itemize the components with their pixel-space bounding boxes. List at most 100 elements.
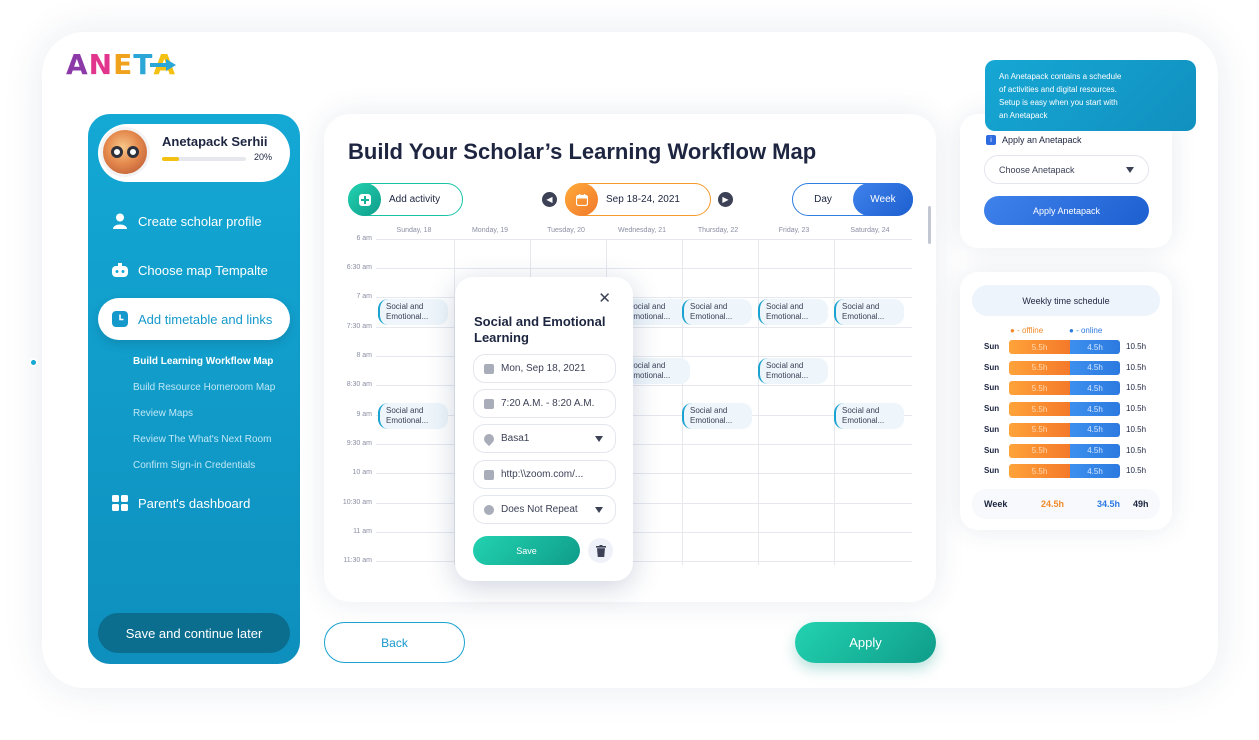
online-segment: 4.5h: [1070, 340, 1120, 354]
scrollbar-thumb[interactable]: [928, 206, 931, 244]
page-title: Build Your Scholar’s Learning Workflow M…: [348, 139, 817, 164]
schedule-total: 10.5h: [1126, 445, 1147, 455]
tooltip-line: an Anetapack: [999, 111, 1048, 120]
trash-icon: [595, 544, 606, 557]
nav-choose-map-template[interactable]: Choose map Tempalte: [88, 249, 300, 291]
subnav-review-whats-next-room[interactable]: Review The What's Next Room: [133, 434, 271, 445]
view-week-option[interactable]: Week: [853, 183, 913, 216]
calendar-event[interactable]: Social and Emotional...: [682, 403, 752, 429]
schedule-bar: 5.5h 4.5h: [1009, 464, 1120, 479]
subnav-build-resource-homeroom-map[interactable]: Build Resource Homeroom Map: [133, 382, 275, 393]
schedule-row: Sun 5.5h 4.5h 10.5h: [984, 340, 1154, 354]
apply-anetapack-button[interactable]: Apply Anetapack: [984, 196, 1149, 225]
anetapack-tooltip: An Anetapack contains a schedule of acti…: [985, 60, 1196, 131]
save-and-continue-later-button[interactable]: Save and continue later: [98, 613, 290, 653]
view-day-option[interactable]: Day: [793, 183, 853, 216]
schedule-total: 10.5h: [1126, 424, 1147, 434]
profile-progress-fill: [162, 157, 179, 161]
choose-anetapack-select[interactable]: Choose Anetapack: [984, 155, 1149, 184]
event-title: Emotional...: [628, 312, 671, 321]
schedule-day: Sun: [984, 445, 1000, 455]
event-time-field[interactable]: 7:20 A.M. - 8:20 A.M.: [473, 389, 616, 418]
subnav-confirm-sign-in-credentials[interactable]: Confirm Sign-in Credentials: [133, 460, 255, 471]
chevron-down-icon: [595, 436, 603, 442]
week-total: 49h: [1133, 499, 1149, 509]
nav-label: Parent's dashboard: [138, 495, 251, 511]
schedule-total: 10.5h: [1126, 466, 1147, 476]
calendar-event[interactable]: Social and Emotional...: [834, 299, 904, 325]
online-segment: 4.5h: [1070, 402, 1120, 417]
time-label: 10:30 am: [342, 499, 372, 506]
nav-add-timetable-and-links[interactable]: Add timetable and links: [98, 298, 290, 340]
nav-create-scholar-profile[interactable]: Create scholar profile: [88, 200, 300, 242]
next-week-button[interactable]: ▶: [718, 192, 733, 207]
event-details-popup: ✕ Social and Emotional Learning Mon, Sep…: [455, 277, 633, 581]
calendar-event[interactable]: Social and Emotional...: [378, 299, 448, 325]
save-button[interactable]: Save: [473, 536, 580, 565]
online-segment: 4.5h: [1070, 381, 1120, 396]
schedule-bar: 5.5h 4.5h: [1009, 443, 1120, 458]
prev-week-button[interactable]: ◀: [542, 192, 557, 207]
nav-parents-dashboard[interactable]: Parent's dashboard: [88, 482, 300, 524]
schedule-row: Sun 5.5h 4.5h 10.5h: [984, 422, 1154, 437]
schedule-bar: 5.5h 4.5h: [1009, 422, 1120, 437]
tooltip-line: of activities and digital resources.: [999, 85, 1117, 94]
week-online-total: 34.5h: [1097, 499, 1121, 509]
legend-online: ● - online: [1069, 326, 1103, 335]
clock-icon: [484, 398, 494, 409]
calendar-event[interactable]: Social and Emotional...: [758, 299, 828, 325]
time-label: 9:30 am: [346, 440, 372, 447]
subnav-build-learning-workflow-map[interactable]: Build Learning Workflow Map: [133, 356, 273, 367]
event-date-field[interactable]: Mon, Sep 18, 2021: [473, 354, 616, 383]
subnav-review-maps[interactable]: Review Maps: [133, 408, 193, 419]
week-offline-total: 24.5h: [1041, 499, 1065, 509]
online-segment: 4.5h: [1070, 422, 1120, 437]
schedule-total: 10.5h: [1126, 404, 1147, 414]
schedule-day: Sun: [984, 383, 1000, 393]
day-header: Sunday, 18: [396, 227, 432, 234]
event-title: Social and: [690, 302, 728, 311]
schedule-bar: 5.5h 4.5h: [1009, 402, 1120, 417]
time-label: 10 am: [352, 469, 372, 476]
schedule-day: Sun: [984, 404, 1000, 414]
time-label: 6:30 am: [346, 264, 372, 271]
add-activity-button[interactable]: Add activity: [348, 183, 463, 216]
calendar-icon: [565, 183, 598, 216]
event-title: Social and: [766, 302, 804, 311]
schedule-row: Sun 5.5h 4.5h 10.5h: [984, 381, 1154, 396]
time-label: 11:30 am: [343, 557, 372, 564]
apply-button[interactable]: Apply: [795, 622, 936, 663]
event-repeat-value: Does Not Repeat: [501, 504, 578, 515]
calendar-event[interactable]: Social and Emotional...: [378, 403, 448, 429]
view-toggle: Day Week: [792, 183, 913, 216]
calendar-event[interactable]: Social and Emotional...: [758, 358, 828, 384]
delete-button[interactable]: [588, 538, 613, 563]
event-title: Social and: [628, 361, 666, 370]
close-icon[interactable]: ✕: [598, 289, 611, 307]
event-location-select[interactable]: Basa1: [473, 424, 616, 453]
user-icon: [112, 213, 128, 229]
day-header: Thursday, 22: [697, 227, 739, 234]
online-segment: 4.5h: [1070, 360, 1120, 375]
schedule-row: Sun 5.5h 4.5h 10.5h: [984, 402, 1154, 417]
schedule-day: Sun: [984, 362, 1000, 372]
schedule-total: 10.5h: [1126, 362, 1147, 372]
offline-segment: 5.5h: [1009, 422, 1070, 437]
schedule-bar: 5.5h 4.5h: [1009, 360, 1120, 375]
dashboard-icon: [112, 495, 128, 511]
calendar-event[interactable]: Social and Emotional...: [682, 299, 752, 325]
time-label: 8 am: [356, 352, 372, 359]
chevron-down-icon: [595, 507, 603, 513]
profile-card[interactable]: Anetapack Serhii 20%: [98, 124, 290, 182]
info-icon[interactable]: i: [986, 135, 996, 145]
tooltip-line: Setup is easy when you start with: [999, 98, 1118, 107]
calendar-event[interactable]: Social and Emotional...: [834, 403, 904, 429]
legend-offline-label: - offline: [1017, 326, 1044, 335]
offline-segment: 5.5h: [1009, 464, 1070, 479]
date-range-picker[interactable]: Sep 18-24, 2021: [565, 183, 711, 216]
event-repeat-select[interactable]: Does Not Repeat: [473, 495, 616, 524]
back-button[interactable]: Back: [324, 622, 465, 663]
plus-icon: [348, 183, 381, 216]
event-link-value: http:\\zoom.com/...: [501, 469, 584, 480]
event-link-field[interactable]: http:\\zoom.com/...: [473, 460, 616, 489]
